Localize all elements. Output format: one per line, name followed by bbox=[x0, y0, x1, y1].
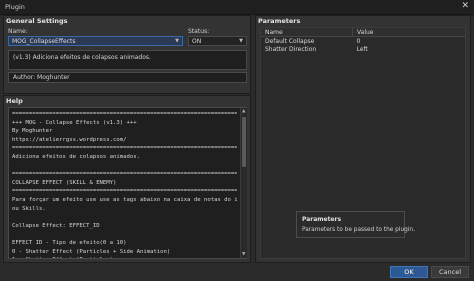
help-line: COLLAPSE EFFECT (SKILL & ENEMY) bbox=[12, 179, 117, 186]
param-value: Left bbox=[356, 46, 368, 54]
column-header-name[interactable]: Name bbox=[261, 28, 353, 37]
help-line: ========================================… bbox=[12, 171, 237, 178]
status-label: Status: bbox=[188, 28, 210, 35]
help-line: ========================================… bbox=[12, 111, 237, 117]
tooltip-text: Parameters to be passed to the plugin. bbox=[302, 227, 415, 233]
help-line: Collapse Effect: EFFECT_ID bbox=[12, 222, 100, 229]
chevron-down-icon: ▼ bbox=[239, 38, 243, 44]
parameters-heading: Parameters bbox=[258, 17, 301, 25]
help-line bbox=[12, 162, 237, 171]
chevron-down-icon: ▼ bbox=[175, 38, 179, 44]
help-lines: ========================================… bbox=[12, 110, 237, 258]
scroll-down-icon[interactable]: ▼ bbox=[242, 252, 245, 257]
window-title: Plugin bbox=[5, 3, 25, 11]
status-value: ON bbox=[192, 38, 202, 45]
cancel-button[interactable]: Cancel bbox=[431, 266, 469, 278]
author-text: Author: Moghunter bbox=[13, 74, 70, 81]
author-box: Author: Moghunter bbox=[8, 72, 247, 83]
help-scrollbar-thumb[interactable] bbox=[242, 117, 246, 167]
name-label: Name: bbox=[8, 28, 28, 35]
help-line: 0 - Shatter Effect (Particles + Side Ani… bbox=[12, 248, 171, 255]
help-line: By Moghunter bbox=[12, 128, 53, 135]
plugin-name-value: MOG_CollapseEffects bbox=[12, 38, 76, 45]
help-line: ou Skills. bbox=[12, 205, 46, 212]
help-line: https://atelierrgss.wordpress.com/ bbox=[12, 136, 127, 143]
help-line: Adiciona efeitos de colapsos animados. bbox=[12, 153, 140, 160]
close-icon[interactable]: ✕ bbox=[461, 1, 469, 11]
help-heading: Help bbox=[6, 97, 23, 105]
param-value: 0 bbox=[356, 37, 361, 45]
column-header-value[interactable]: Value bbox=[352, 28, 465, 37]
title-bar: Plugin ✕ bbox=[0, 0, 474, 15]
help-line: ========================================… bbox=[12, 188, 237, 195]
help-line: 1 - Shatter Effect (Particles) bbox=[12, 256, 237, 258]
help-line bbox=[12, 230, 237, 239]
help-scrollbar[interactable]: ▲ ▼ bbox=[240, 108, 247, 258]
param-name: Shatter Direction bbox=[265, 46, 317, 54]
param-name: Default Collapse bbox=[265, 37, 315, 45]
parameters-table: Name Value Default Collapse 0 Shatter Di… bbox=[261, 28, 465, 54]
plugin-name-select[interactable]: MOG_CollapseEffects ▼ bbox=[8, 36, 183, 46]
help-text-area[interactable]: ========================================… bbox=[8, 107, 247, 259]
description-text: (v1.3) Adiciona efeitos de colapsos anim… bbox=[13, 54, 151, 61]
table-row[interactable]: Default Collapse 0 bbox=[261, 37, 465, 46]
tooltip-title: Parameters bbox=[302, 216, 342, 223]
ok-button[interactable]: OK bbox=[390, 266, 428, 278]
general-settings-heading: General Settings bbox=[6, 17, 68, 25]
help-line bbox=[12, 213, 237, 222]
status-select[interactable]: ON ▼ bbox=[188, 36, 247, 46]
scroll-up-icon[interactable]: ▲ bbox=[242, 109, 245, 114]
description-box: (v1.3) Adiciona efeitos de colapsos anim… bbox=[8, 50, 247, 70]
help-line: Para forçar um efeito use use as tags ab… bbox=[12, 196, 237, 203]
help-line: EFFECT ID - Tipo de efeito(0 a 10) bbox=[12, 239, 127, 246]
parameters-tooltip: Parameters Parameters to be passed to th… bbox=[296, 211, 415, 238]
table-row[interactable]: Shatter Direction Left bbox=[261, 46, 465, 55]
help-line: ========================================… bbox=[12, 145, 237, 152]
help-line: +++ MOG - Collapse Effects (v1.3) +++ bbox=[12, 119, 137, 126]
